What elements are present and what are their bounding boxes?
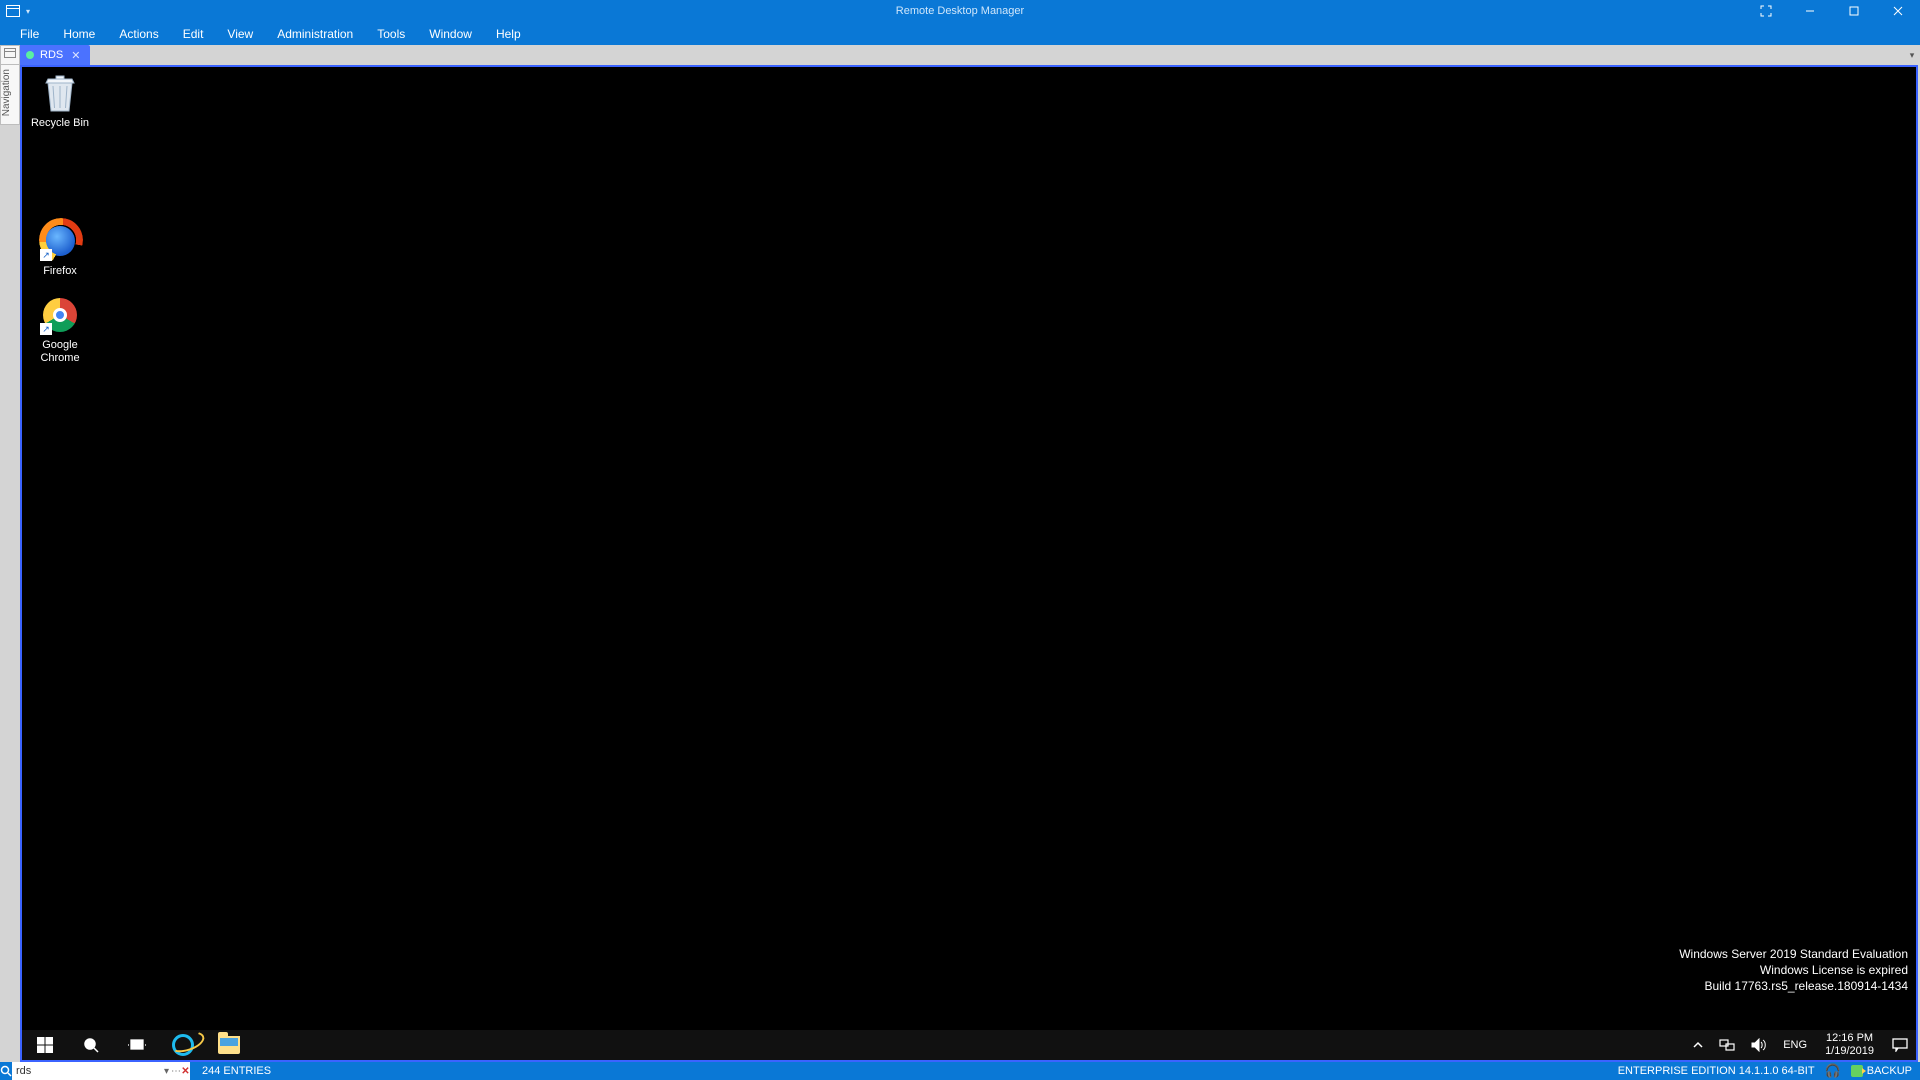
app-title: Remote Desktop Manager xyxy=(0,5,1920,17)
statusbar-backup-label: BACKUP xyxy=(1867,1065,1912,1077)
qat-dropdown-icon[interactable]: ▾ xyxy=(26,7,30,16)
desktop-icon-recycle-bin[interactable]: Recycle Bin xyxy=(22,73,98,130)
statusbar-warning-icon[interactable]: 🎧 xyxy=(1825,1063,1841,1079)
menubar: File Home Actions Edit View Administrati… xyxy=(0,22,1920,45)
taskbar-app-internet-explorer[interactable] xyxy=(160,1030,206,1060)
watermark-line-2: Windows License is expired xyxy=(1679,962,1908,978)
menu-window[interactable]: Window xyxy=(417,22,484,45)
remote-desktop[interactable]: Recycle Bin ↗ Firefox ↗ Google Chrome Wi… xyxy=(22,67,1916,1030)
tray-overflow-button[interactable] xyxy=(1685,1030,1711,1060)
watermark-line-1: Windows Server 2019 Standard Evaluation xyxy=(1679,946,1908,962)
statusbar-search-input[interactable] xyxy=(12,1062,162,1080)
session-tab-label: RDS xyxy=(40,49,63,61)
fullscreen-button[interactable] xyxy=(1744,0,1788,22)
start-button[interactable] xyxy=(22,1030,68,1060)
task-view-button[interactable] xyxy=(114,1030,160,1060)
search-clear-icon[interactable]: ✕ xyxy=(181,1066,190,1077)
action-center-button[interactable] xyxy=(1884,1030,1916,1060)
taskbar-app-file-explorer[interactable] xyxy=(206,1030,252,1060)
desktop-icon-chrome[interactable]: ↗ Google Chrome xyxy=(22,295,98,365)
recycle-bin-icon xyxy=(40,73,80,113)
menu-view[interactable]: View xyxy=(215,22,265,45)
chrome-icon: ↗ xyxy=(40,295,80,335)
file-explorer-icon xyxy=(218,1036,240,1054)
titlebar: ▾ Remote Desktop Manager xyxy=(0,0,1920,22)
taskbar-date: 1/19/2019 xyxy=(1825,1045,1874,1058)
app-icon[interactable] xyxy=(6,5,20,17)
firefox-icon: ↗ xyxy=(40,221,80,261)
statusbar: ▾ ⋯ ✕ 244 ENTRIES ENTERPRISE EDITION 14.… xyxy=(0,1062,1920,1080)
tab-strip: RDS ✕ ▾ xyxy=(0,45,1920,65)
navigation-panel-toggle[interactable] xyxy=(0,45,20,65)
desktop-icon-label: Google Chrome xyxy=(22,339,98,365)
taskbar-search-button[interactable] xyxy=(68,1030,114,1060)
menu-actions[interactable]: Actions xyxy=(107,22,170,45)
menu-administration[interactable]: Administration xyxy=(265,22,365,45)
session-area: Navigation Recycle Bin xyxy=(0,65,1920,1062)
shortcut-overlay-icon: ↗ xyxy=(40,249,52,261)
close-button[interactable] xyxy=(1876,0,1920,22)
taskbar-time: 12:16 PM xyxy=(1825,1032,1874,1045)
desktop-icon-label: Firefox xyxy=(22,265,98,278)
menu-home[interactable]: Home xyxy=(51,22,107,45)
menu-tools[interactable]: Tools xyxy=(365,22,417,45)
navigation-icon xyxy=(4,48,16,58)
network-icon[interactable] xyxy=(1711,1030,1743,1060)
remote-taskbar: ENG 12:16 PM 1/19/2019 xyxy=(22,1030,1916,1060)
session-tab-rds[interactable]: RDS ✕ xyxy=(20,45,90,65)
watermark-line-3: Build 17763.rs5_release.180914-1434 xyxy=(1679,978,1908,994)
menu-edit[interactable]: Edit xyxy=(171,22,216,45)
taskbar-clock[interactable]: 12:16 PM 1/19/2019 xyxy=(1815,1032,1884,1058)
menu-help[interactable]: Help xyxy=(484,22,533,45)
statusbar-entry-count: 244 ENTRIES xyxy=(190,1065,283,1077)
statusbar-backup[interactable]: BACKUP xyxy=(1851,1065,1912,1077)
statusbar-edition: ENTERPRISE EDITION 14.1.1.0 64-BIT xyxy=(1618,1065,1815,1077)
volume-icon[interactable] xyxy=(1743,1030,1775,1060)
navigation-rail-label: Navigation xyxy=(1,69,12,116)
statusbar-search: ▾ ⋯ ✕ xyxy=(0,1062,190,1080)
input-language[interactable]: ENG xyxy=(1775,1030,1815,1060)
shortcut-overlay-icon: ↗ xyxy=(40,323,52,335)
minimize-button[interactable] xyxy=(1788,0,1832,22)
tab-overflow-button[interactable]: ▾ xyxy=(1904,45,1920,65)
search-dropdown-icon[interactable]: ▾ xyxy=(162,1066,171,1077)
search-icon[interactable] xyxy=(0,1062,12,1080)
desktop-icon-firefox[interactable]: ↗ Firefox xyxy=(22,221,98,278)
internet-explorer-icon xyxy=(172,1034,194,1056)
session-status-icon xyxy=(26,51,34,59)
navigation-rail[interactable]: Navigation xyxy=(0,65,20,125)
search-options-icon[interactable]: ⋯ xyxy=(171,1066,181,1077)
tab-close-icon[interactable]: ✕ xyxy=(69,49,82,62)
desktop-icon-label: Recycle Bin xyxy=(22,117,98,130)
backup-icon xyxy=(1851,1065,1863,1077)
maximize-button[interactable] xyxy=(1832,0,1876,22)
remote-session[interactable]: Recycle Bin ↗ Firefox ↗ Google Chrome Wi… xyxy=(20,65,1918,1062)
menu-file[interactable]: File xyxy=(8,22,51,45)
windows-watermark: Windows Server 2019 Standard Evaluation … xyxy=(1679,946,1908,994)
